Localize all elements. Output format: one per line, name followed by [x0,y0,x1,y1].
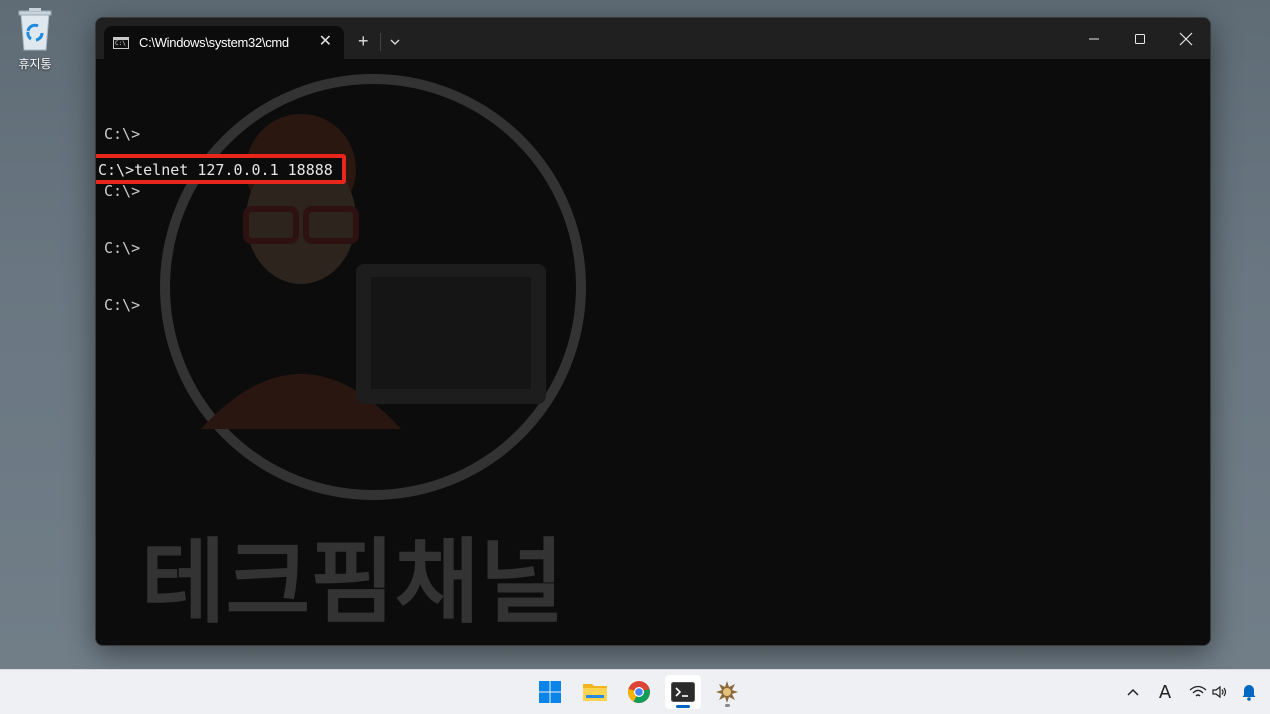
gear-app-icon [716,681,738,703]
taskbar-file-explorer[interactable] [577,675,613,709]
console-icon: C:\ [113,36,129,49]
prompt-line: C:\> [104,239,141,257]
new-tab-button[interactable]: + [358,32,369,50]
prompt-line: C:\> [104,296,141,314]
ime-indicator[interactable]: A [1156,682,1174,703]
notification-bell-icon [1242,685,1256,701]
volume-icon [1212,685,1227,699]
desktop-icon-recycle-bin[interactable]: 휴지통 [8,6,62,72]
show-hidden-icons-button[interactable] [1125,682,1141,702]
start-button[interactable] [532,675,568,709]
maximize-button[interactable] [1117,26,1163,52]
active-app-indicator [676,705,690,708]
minimize-button[interactable] [1071,26,1117,52]
notification-button[interactable] [1240,682,1258,702]
console-lines: C:\> C:\> C:\> C:\> [104,87,158,353]
chevron-up-icon [1127,688,1139,696]
prompt-line: C:\> [104,125,141,143]
windows-logo-icon [539,681,561,703]
highlighted-command-box: C:\>telnet 127.0.0.1 18888 [96,154,346,184]
tab-title: C:\Windows\system32\cmd [139,35,289,50]
close-tab-icon[interactable]: ✕ [319,34,332,50]
telnet-command-line: C:\>telnet 127.0.0.1 18888 [98,161,333,179]
tab-separator [380,33,381,51]
close-icon [1179,32,1193,46]
prompt-line: C:\> [104,182,141,200]
channel-watermark-logo: 테크핌채널 [141,74,586,629]
wifi-icon [1189,685,1207,697]
maximize-icon [1135,34,1145,44]
taskbar-app[interactable] [709,675,745,709]
svg-text:테크핌채널: 테크핌채널 [141,529,564,629]
terminal-icon [671,682,695,702]
chrome-icon [628,681,650,703]
terminal-window: C:\ C:\Windows\system32\cmd ✕ + 테크핌채널 C:… [95,17,1211,646]
running-app-indicator [725,704,730,707]
recycle-bin-icon [18,8,52,51]
tab-cmd[interactable]: C:\ C:\Windows\system32\cmd ✕ [104,26,344,59]
minimize-icon [1089,38,1099,40]
recycle-bin-label: 휴지통 [18,57,52,71]
close-button[interactable] [1163,26,1209,52]
taskbar-terminal[interactable] [665,675,701,709]
taskbar-chrome[interactable] [621,675,657,709]
title-bar[interactable]: C:\ C:\Windows\system32\cmd ✕ + [96,18,1210,59]
taskbar: A [0,669,1270,714]
network-volume-button[interactable] [1186,682,1232,702]
console-output[interactable]: 테크핌채널 C:\> C:\> C:\> C:\> C:\>telnet 127… [96,59,1210,645]
chevron-down-icon[interactable] [386,34,404,50]
folder-icon [583,684,607,701]
